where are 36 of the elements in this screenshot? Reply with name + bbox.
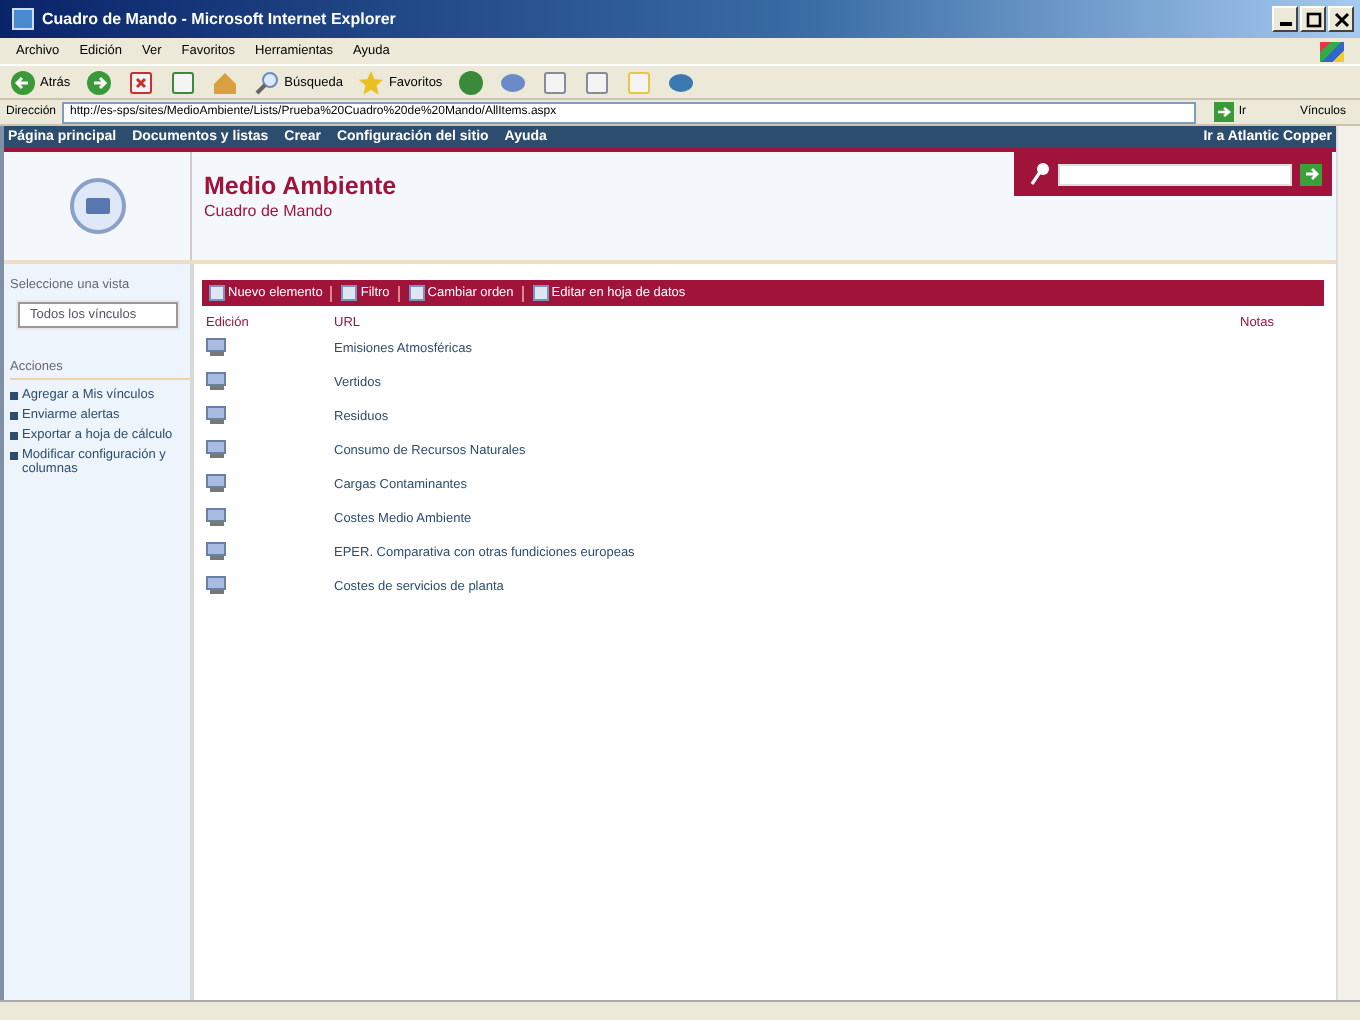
bullet-icon bbox=[10, 412, 18, 420]
back-icon bbox=[10, 69, 36, 95]
site-title: Medio Ambiente bbox=[204, 172, 399, 200]
stop-icon bbox=[128, 69, 155, 95]
search-icon bbox=[254, 69, 281, 95]
bullet-icon bbox=[10, 392, 18, 400]
maximize-button[interactable] bbox=[1300, 6, 1326, 32]
bullet-icon bbox=[10, 452, 18, 460]
document-icon bbox=[208, 284, 226, 302]
search-field[interactable] bbox=[1058, 163, 1292, 185]
bullet-icon bbox=[10, 432, 18, 440]
document-icon bbox=[407, 284, 426, 302]
arrow-icon bbox=[1214, 102, 1235, 122]
arrow-icon bbox=[1303, 166, 1319, 182]
minimize-icon bbox=[1279, 22, 1291, 26]
toolbar-button[interactable] bbox=[496, 69, 531, 95]
page-icon bbox=[12, 8, 34, 30]
toolbar-button[interactable] bbox=[82, 69, 117, 95]
close-icon bbox=[1333, 11, 1349, 27]
site-subtitle: Cuadro de Mando bbox=[204, 202, 335, 220]
document-icon bbox=[340, 284, 359, 302]
document-icon bbox=[531, 284, 550, 302]
search-go-button[interactable] bbox=[1300, 163, 1322, 185]
forward-icon bbox=[86, 69, 113, 95]
window-title: Cuadro de Mando - Microsoft Internet Explorer bbox=[42, 10, 398, 28]
toolbar-button[interactable] bbox=[664, 69, 699, 95]
home-icon bbox=[212, 69, 239, 95]
maximize-icon bbox=[1305, 11, 1321, 27]
favorites-icon bbox=[358, 69, 385, 95]
search-icon bbox=[1030, 162, 1050, 186]
close-button[interactable] bbox=[1328, 6, 1354, 32]
windows-logo-icon bbox=[1320, 41, 1344, 61]
toolbar-button[interactable] bbox=[454, 69, 489, 95]
minimize-button[interactable] bbox=[1272, 6, 1298, 32]
site-logo-icon bbox=[67, 176, 127, 236]
vertical-scrollbar[interactable] bbox=[1336, 126, 1360, 1000]
